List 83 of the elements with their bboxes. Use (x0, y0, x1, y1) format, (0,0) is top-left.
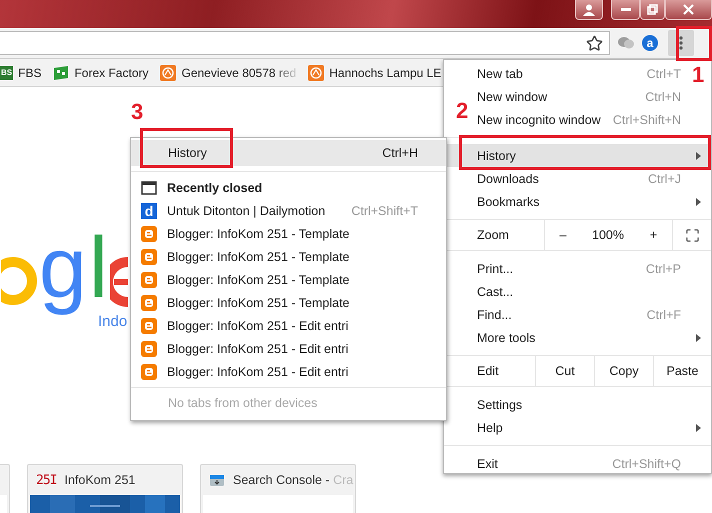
edit-action-button[interactable]: Copy (594, 356, 653, 386)
shortcut-text: Ctrl+P (646, 262, 681, 276)
maximize-button[interactable] (640, 0, 665, 20)
menu-item[interactable]: New tab (477, 66, 523, 80)
empty-devices-text: No tabs from other devices (131, 387, 446, 418)
menu-item[interactable]: Bookmarks (477, 194, 540, 208)
logo-icon (160, 64, 176, 80)
menu-item[interactable]: History (477, 148, 516, 162)
step-number: 2 (456, 100, 468, 122)
blogger-icon (141, 272, 157, 288)
menu-item[interactable]: Exit (477, 456, 498, 470)
extension-icon[interactable]: a (642, 35, 658, 51)
shortcut-text: Ctrl+T (646, 66, 681, 80)
shortcut-text: Ctrl+Shift+N (612, 112, 681, 126)
shortcut-text: Ctrl+Shift+T (351, 204, 418, 218)
close-icon (683, 4, 694, 15)
zoom-value: 100% (591, 227, 625, 244)
blogger-icon (141, 318, 157, 334)
menu-item[interactable]: Settings (477, 398, 522, 412)
logo-subtitle: Indo (98, 313, 128, 330)
window-icon (141, 180, 157, 194)
bookmark-link[interactable]: Hannochs Lampu LE (308, 64, 442, 80)
blogger-icon (141, 364, 157, 380)
edit-label: Edit (476, 363, 500, 380)
highlight-frame (676, 26, 712, 61)
menu-item[interactable]: Cast... (477, 284, 514, 298)
profile-button[interactable] (575, 0, 603, 20)
menu-item[interactable]: Help (477, 420, 503, 434)
section-heading: Recently closed (167, 180, 262, 194)
recent-tab-item[interactable]: Blogger: InfoKom 251 - Edit entri (167, 364, 348, 378)
zoom-label: Zoom (476, 227, 510, 244)
recent-tab-item[interactable]: Blogger: InfoKom 251 - Edit entri (167, 342, 348, 356)
recent-tab-item[interactable]: Blogger: InfoKom 251 - Template (167, 272, 350, 286)
recent-tab-item[interactable]: Blogger: InfoKom 251 - Template (167, 250, 350, 264)
edit-action-button[interactable]: Cut (535, 356, 594, 386)
flag-icon (53, 66, 70, 80)
site-tile[interactable]: 25I InfoKom 251 (27, 464, 183, 513)
fbs-icon: BS (0, 66, 14, 80)
bookmark-link[interactable]: Forex Factory (53, 66, 148, 80)
star-icon[interactable] (586, 34, 603, 52)
recent-tab-item[interactable]: Blogger: InfoKom 251 - Template (167, 296, 350, 310)
logo-icon (308, 64, 324, 80)
shortcut-text: Ctrl+Shift+Q (612, 456, 681, 470)
restore-icon (647, 4, 658, 15)
toolbox-icon (209, 473, 225, 487)
submenu-arrow-icon (696, 152, 701, 160)
blogger-icon (141, 248, 157, 264)
recent-tab-item[interactable]: Blogger: InfoKom 251 - Edit entri (167, 318, 348, 332)
logo: gl (39, 237, 110, 313)
menu-item[interactable]: More tools (477, 330, 536, 344)
menu-item[interactable]: Find... (477, 308, 512, 322)
history-menu-item[interactable]: History Ctrl+H (131, 140, 446, 166)
submenu-arrow-icon (696, 334, 701, 342)
shortcut-text: Ctrl+F (646, 308, 681, 322)
step-number: 3 (131, 101, 144, 123)
site-logo-icon: 25I (36, 472, 56, 488)
recent-tab-item[interactable]: Blogger: InfoKom 251 - Template (167, 226, 350, 240)
submenu-arrow-icon (696, 424, 701, 432)
shortcut-text: Ctrl+J (648, 172, 681, 186)
minimize-icon (620, 8, 630, 11)
recent-tab-item[interactable]: Untuk Ditonton | Dailymotion (167, 204, 326, 218)
minimize-button[interactable] (611, 0, 640, 20)
step-number: 1 (692, 64, 704, 86)
bookmark-link[interactable]: BS FBS (0, 66, 42, 80)
menu-item[interactable]: New incognito window (477, 112, 601, 126)
edit-action-button[interactable]: Paste (653, 356, 711, 386)
person-icon (583, 4, 595, 16)
shortcut-text: Ctrl+H (382, 146, 418, 160)
zoom-in-button[interactable]: + (635, 220, 672, 250)
zoom-out-button[interactable]: – (544, 220, 581, 250)
menu-item[interactable]: Print... (477, 262, 514, 276)
submenu-arrow-icon (696, 198, 701, 206)
site-logo-icon: d (141, 202, 157, 218)
blogger-icon (141, 340, 157, 356)
blogger-icon (141, 226, 157, 242)
menu-item[interactable]: Downloads (477, 172, 539, 186)
menu-item[interactable]: New window (477, 90, 548, 104)
shortcut-text: Ctrl+N (645, 90, 681, 104)
menu-icon (679, 36, 683, 50)
close-button[interactable] (665, 0, 712, 20)
blogger-icon (141, 294, 157, 310)
fullscreen-icon (684, 228, 700, 242)
tile-title: InfoKom 251 (64, 473, 136, 487)
